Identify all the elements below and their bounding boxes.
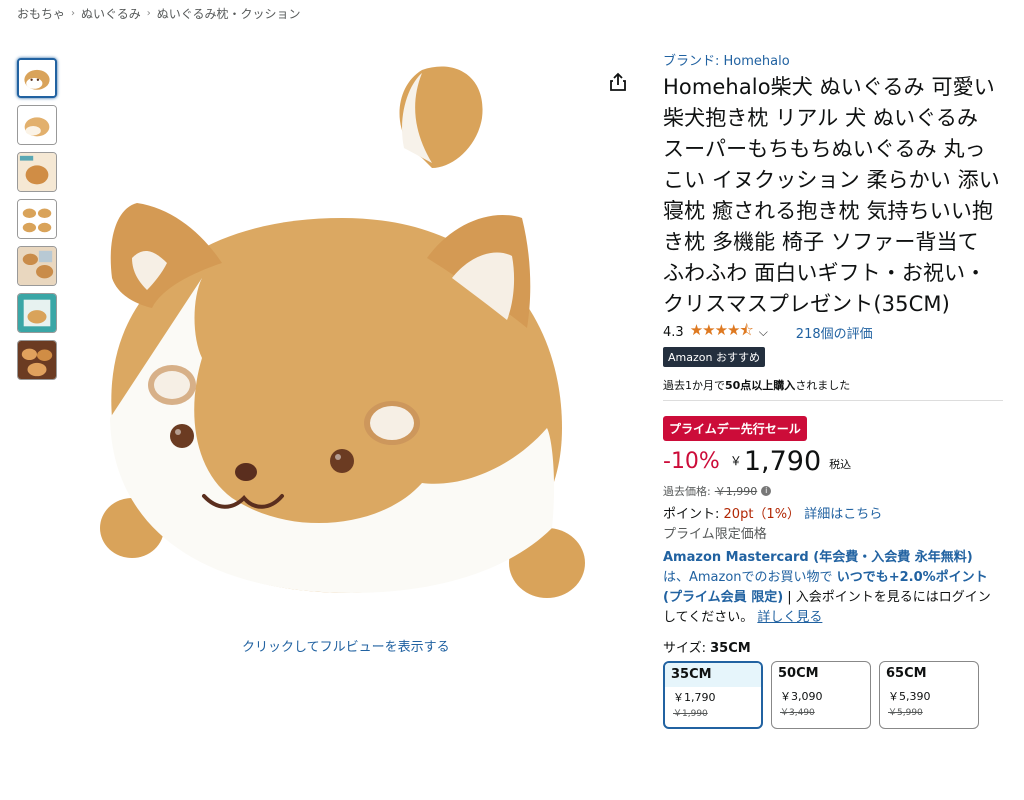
star-icon[interactable]: ★★★★⯪	[690, 320, 754, 345]
thumbnail-7[interactable]	[17, 340, 57, 380]
size-label-text: サイズ:	[663, 641, 711, 656]
breadcrumb-separator-icon: ›	[146, 7, 151, 19]
product-title: Homehalo柴犬 ぬいぐるみ 可愛い 柴犬抱き枕 リアル 犬 ぬいぐるみ ス…	[663, 75, 1000, 316]
prime-price-label: プライム限定価格	[663, 527, 767, 542]
rating-row: 4.3 ★★★★⯪ ⌵ 218個の評価	[663, 321, 1003, 342]
points-row: ポイント: 20pt（1%） 詳細はこちら	[663, 503, 1003, 522]
fullview-link[interactable]: クリックしてフルビューを表示する	[242, 636, 450, 655]
size-price: ￥3,090	[780, 690, 823, 703]
thumbnail-3[interactable]	[17, 152, 57, 192]
points-value: 20pt（1%）	[723, 507, 801, 522]
size-old-price: ￥5,990	[888, 708, 923, 718]
size-label: サイズ: 35CM	[663, 637, 1003, 656]
tax-label: 税込	[829, 458, 852, 471]
product-info-panel: ブランド: Homehalo Homehalo柴犬 ぬいぐるみ 可愛い 柴犬抱き…	[663, 54, 1003, 729]
amazon-choice-badge: Amazon おすすめ	[663, 347, 765, 367]
info-icon[interactable]: i	[761, 486, 772, 496]
breadcrumb-item-plush-pillow[interactable]: ぬいぐるみ枕・クッション	[157, 5, 301, 22]
size-price: ￥5,390	[888, 690, 931, 703]
points-details-link[interactable]: 詳細はこちら	[804, 507, 882, 522]
bought-pre: 過去1か月で	[663, 379, 725, 392]
chevron-down-icon[interactable]: ⌵	[759, 325, 768, 340]
discount-percent: -10%	[663, 449, 720, 474]
thumbnail-5[interactable]	[17, 246, 57, 286]
thumbnail-1[interactable]	[17, 58, 57, 98]
size-name: 65CM	[886, 666, 927, 681]
size-options: 35CM ￥1,790 ￥1,990 50CM ￥3,090 ￥3,490 65…	[663, 661, 1003, 729]
bought-bold: 50点以上購入	[725, 379, 796, 392]
breadcrumb-item-plush[interactable]: ぬいぐるみ	[81, 5, 141, 22]
mastercard-more-link[interactable]: 詳しく見る	[757, 610, 822, 625]
share-icon[interactable]	[607, 71, 629, 93]
mastercard-mid: は、Amazonでのお買い物で	[663, 570, 833, 585]
main-product-image[interactable]	[92, 58, 612, 618]
size-name: 35CM	[665, 663, 761, 687]
rating-number: 4.3	[663, 324, 684, 340]
mastercard-promo: Amazon Mastercard (年会費・入会費 永年無料) は、Amazo…	[663, 548, 1003, 628]
size-old-price: ￥3,490	[780, 708, 815, 718]
mastercard-title[interactable]: Amazon Mastercard (年会費・入会費 永年無料)	[663, 550, 973, 565]
thumbnail-2[interactable]	[17, 105, 57, 145]
size-option-35cm[interactable]: 35CM ￥1,790 ￥1,990	[663, 661, 763, 729]
breadcrumb-separator-icon: ›	[71, 7, 76, 19]
bought-post: されました	[795, 379, 851, 392]
bought-count: 過去1か月で50点以上購入されました	[663, 377, 1003, 401]
price-row: -10% ￥ 1,790 税込	[663, 447, 1003, 479]
thumbnail-4[interactable]	[17, 199, 57, 239]
thumbnail-list	[17, 58, 57, 387]
points-label: ポイント:	[663, 507, 720, 522]
size-name: 50CM	[778, 666, 819, 681]
price: 1,790	[743, 446, 822, 477]
size-price: ￥1,790	[673, 691, 716, 704]
brand-link[interactable]: ブランド: Homehalo	[663, 54, 1003, 70]
breadcrumb-item-toys[interactable]: おもちゃ	[17, 5, 65, 22]
size-option-50cm[interactable]: 50CM ￥3,090 ￥3,490	[771, 661, 871, 729]
review-count-link[interactable]: 218個の評価	[796, 323, 873, 342]
size-option-65cm[interactable]: 65CM ￥5,390 ￥5,990	[879, 661, 979, 729]
past-price-label: 過去価格:	[663, 485, 711, 498]
past-price: 過去価格: ￥1,990 i	[663, 483, 1003, 499]
breadcrumb: おもちゃ › ぬいぐるみ › ぬいぐるみ枕・クッション	[17, 5, 301, 21]
deal-badge: プライムデー先行セール	[663, 416, 807, 441]
size-old-price: ￥1,990	[673, 709, 708, 719]
past-price-value: ￥1,990	[714, 485, 758, 498]
currency-symbol: ￥	[729, 454, 742, 468]
thumbnail-6[interactable]	[17, 293, 57, 333]
size-selected: 35CM	[710, 641, 751, 656]
